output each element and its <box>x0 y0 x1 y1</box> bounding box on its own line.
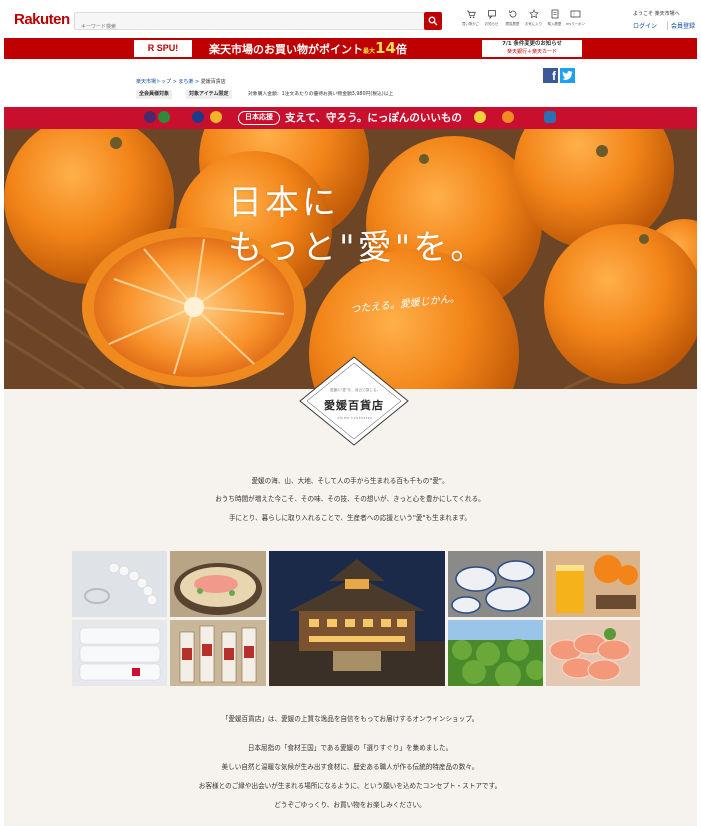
nav-purchase-history[interactable]: 購入履歴 <box>544 9 565 33</box>
photo-imabari-towel[interactable] <box>72 620 167 686</box>
header-nav: 買い物かご お知らせ 閲覧履歴 お気に入り 購入履歴 myクーポン <box>460 9 630 33</box>
sweet-icon <box>210 111 222 123</box>
japan-support-banner[interactable]: 日本応援 支えて、守ろう。にっぽんのいいもの <box>4 107 697 129</box>
nav-history[interactable]: 閲覧履歴 <box>502 9 523 33</box>
spu-logo: R SPU! <box>134 40 192 57</box>
breadcrumb-sep: > <box>193 79 201 85</box>
chat-icon <box>481 9 502 22</box>
tag-target-items: 対象アイテム限定 <box>186 90 232 99</box>
concept-line: お客様とのご縁や出会いが生まれる場所になるように、という願いを込めたコンセプト・… <box>198 782 502 790</box>
japan-support-badge: 日本応援 <box>238 111 280 125</box>
twitter-icon <box>562 71 573 80</box>
search-input[interactable] <box>75 19 415 35</box>
photo-tea-field[interactable] <box>448 620 543 686</box>
hero-title: 日本に もっと"愛"を。 <box>228 183 488 268</box>
welcome-text: ようこそ 楽天市場へ <box>633 11 680 17</box>
citrus-icon <box>474 111 486 123</box>
rakuten-logo[interactable]: Rakuten <box>14 11 70 28</box>
nav-cart[interactable]: 買い物かご <box>460 9 481 33</box>
emblem-tagline: 愛媛の"愛"を、身近で感じる。 <box>329 388 381 392</box>
nav-notice[interactable]: お知らせ <box>481 9 502 33</box>
store-title-roman: ehime hyakkaten <box>337 416 373 420</box>
spu-text-big: 14 <box>375 39 396 57</box>
receipt-icon <box>544 9 565 22</box>
nav-coupon[interactable]: myクーポン <box>565 9 586 33</box>
breadcrumb: 楽天市場トップ > まち楽 > 愛媛百貨店 <box>136 78 226 85</box>
intro-line: 手にとり、暮らしに取り入れることで、生産者への応援という"愛"も生まれます。 <box>228 514 472 522</box>
leaf-icon <box>158 111 170 123</box>
photo-pearl[interactable] <box>72 551 167 617</box>
facebook-share-button[interactable]: f <box>543 68 558 83</box>
concept-line: どうぞごゆっくり、お買い物をお楽しみください。 <box>274 801 426 809</box>
photo-tobe-ware[interactable] <box>448 551 543 617</box>
global-header: Rakuten 買い物かご お知らせ 閲覧履歴 <box>0 0 701 37</box>
search-icon <box>428 16 438 26</box>
spu-text-suffix: 倍 <box>395 43 407 56</box>
spu-notice-title: 7/1 条件変更のお知らせ <box>502 41 562 47</box>
intro-line: おうち時間が増えた今こそ、その味、その技、その想いが、きっと心を豊かにしてくれる… <box>215 495 485 503</box>
hero-banner[interactable]: 日本に もっと"愛"を。 つたえる。愛媛じかん。 <box>4 129 697 389</box>
breadcrumb-home[interactable]: 楽天市場トップ <box>136 79 171 85</box>
breadcrumb-store[interactable]: まち楽 <box>178 79 193 85</box>
coupon-icon <box>565 9 586 22</box>
spu-text-prefix: 楽天市場のお買い物がポイント <box>209 43 363 56</box>
japan-support-text: 支えて、守ろう。にっぽんのいいもの <box>285 112 462 124</box>
tag-note: 対象購入金額：1注文あたりの優待お買い物金額3,980円(税込)以上 <box>248 92 394 97</box>
spu-notice-sub: 楽天銀行＋楽天カード <box>506 49 557 55</box>
fish-icon <box>544 111 556 123</box>
register-link[interactable]: 会員登録 <box>667 21 695 30</box>
star-icon <box>523 9 544 22</box>
spu-notice[interactable]: 7/1 条件変更のお知らせ 楽天銀行＋楽天カード <box>482 40 582 57</box>
search-button[interactable] <box>424 12 442 30</box>
intro-line: 愛媛の海、山、大地、そして人の手から生まれる百も千もの"愛"。 <box>251 477 449 485</box>
twitter-share-button[interactable] <box>560 68 575 83</box>
facebook-icon: f <box>552 69 556 83</box>
search-bar <box>74 12 442 35</box>
tag-all-members: 全会員様対象 <box>136 90 173 99</box>
concept-line: 日本屈指の「食材王国」である愛媛の「選りすぐり」を集めました。 <box>247 744 453 752</box>
spu-text-small: 最大 <box>363 48 376 55</box>
carrot-icon <box>502 111 514 123</box>
photo-sake-bottles[interactable] <box>170 620 266 686</box>
cart-icon <box>460 9 481 22</box>
spu-text: 楽天市場のお買い物がポイント最大14倍 <box>209 40 407 60</box>
history-icon <box>502 9 523 22</box>
photo-sashimi[interactable] <box>546 620 640 686</box>
bowl-icon <box>192 111 204 123</box>
photo-orange-juice[interactable] <box>546 551 640 617</box>
login-link[interactable]: ログイン <box>633 21 657 30</box>
concept-line: 「愛媛百貨店」は、愛媛の上質な逸品を自信をもってお届けするオンラインショップ。 <box>221 715 479 723</box>
nav-favorites[interactable]: お気に入り <box>523 9 544 33</box>
eggplant-icon <box>144 111 156 123</box>
breadcrumb-current: 愛媛百貨店 <box>200 79 226 85</box>
photo-sea-bream-rice[interactable] <box>170 551 266 617</box>
photo-dogo-onsen[interactable] <box>269 551 445 686</box>
concept-line: 美しい自然と温暖な気候が生み出す食材に、歴史ある職人が作る伝統的特産品の数々。 <box>221 763 479 771</box>
store-title: 愛媛百貨店 <box>324 399 384 412</box>
spu-banner[interactable]: R SPU! 楽天市場のお買い物がポイント最大14倍 7/1 条件変更のお知らせ… <box>4 38 697 59</box>
